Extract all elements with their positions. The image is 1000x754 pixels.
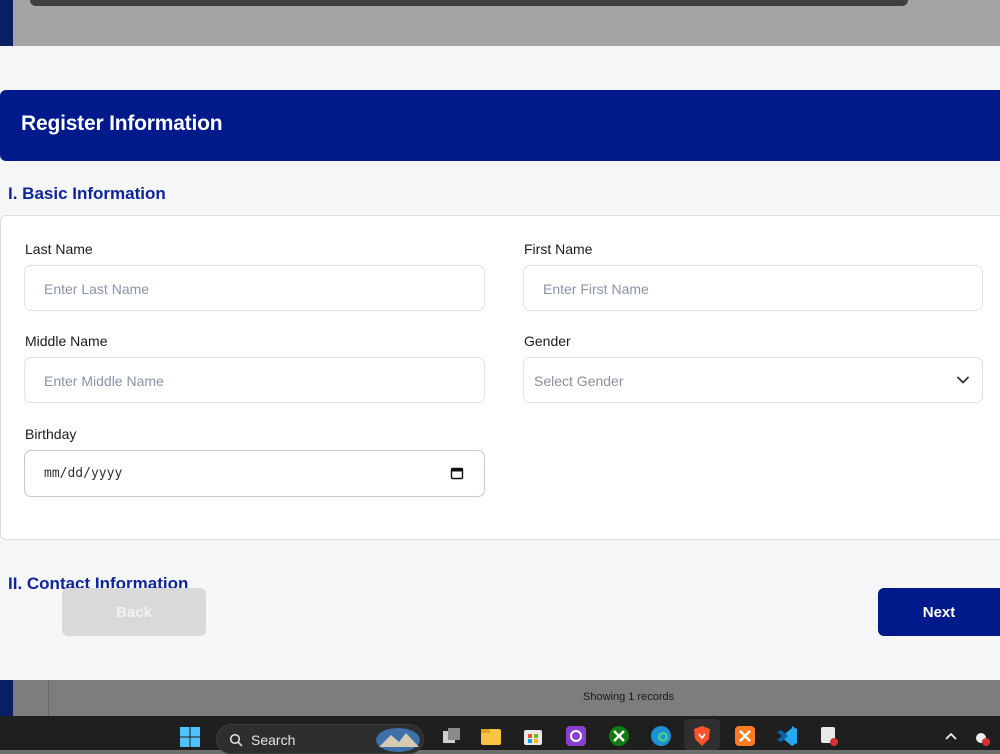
photo-app-icon[interactable] xyxy=(565,725,587,747)
top-shadow-bar xyxy=(30,0,908,6)
snipping-tool-icon[interactable] xyxy=(818,725,840,747)
brave-icon[interactable] xyxy=(691,725,713,747)
last-name-input[interactable]: Enter Last Name xyxy=(24,265,485,311)
calendar-icon[interactable] xyxy=(450,466,464,480)
file-explorer-icon[interactable] xyxy=(480,725,502,747)
basic-info-card: Last Name Enter Last Name First Name Ent… xyxy=(0,215,1000,540)
sidebar-edge-bottom xyxy=(0,680,13,716)
last-name-label: Last Name xyxy=(25,241,93,257)
windows-taskbar: Search xyxy=(0,716,1000,754)
sidebar-edge xyxy=(0,0,13,46)
first-name-label: First Name xyxy=(524,241,593,257)
taskbar-search-label: Search xyxy=(251,732,296,748)
birthday-input[interactable]: mm/dd/yyyy xyxy=(24,450,485,497)
network-icon[interactable] xyxy=(970,725,992,747)
task-view-icon[interactable] xyxy=(440,725,462,747)
windows-start-icon[interactable] xyxy=(179,726,201,748)
section-basic-title: I. Basic Information xyxy=(8,184,166,203)
chevron-up-icon[interactable] xyxy=(940,725,962,747)
edge-icon[interactable] xyxy=(650,725,672,747)
store-icon[interactable] xyxy=(522,725,544,747)
status-bar: Showing 1 records xyxy=(0,680,1000,716)
middle-name-placeholder: Enter Middle Name xyxy=(44,373,164,389)
status-divider xyxy=(48,680,49,716)
birthday-label: Birthday xyxy=(25,426,77,442)
first-name-input[interactable]: Enter First Name xyxy=(523,265,983,311)
back-button[interactable]: Back xyxy=(62,588,206,636)
xampp-icon[interactable] xyxy=(734,725,756,747)
xbox-icon[interactable] xyxy=(608,725,630,747)
records-count: Showing 1 records xyxy=(583,691,675,703)
vscode-icon[interactable] xyxy=(776,725,798,747)
browser-top-strip xyxy=(0,0,1000,46)
landscape-widget-icon[interactable] xyxy=(375,727,421,753)
last-name-placeholder: Enter Last Name xyxy=(44,281,150,297)
gender-label: Gender xyxy=(524,333,571,349)
middle-name-label: Middle Name xyxy=(25,333,108,349)
first-name-placeholder: Enter First Name xyxy=(543,281,649,297)
gender-placeholder: Select Gender xyxy=(534,373,624,389)
chevron-down-icon xyxy=(957,376,969,384)
gender-select[interactable]: Select Gender xyxy=(523,357,983,403)
middle-name-input[interactable]: Enter Middle Name xyxy=(24,357,485,403)
birthday-placeholder: mm/dd/yyyy xyxy=(44,466,123,481)
modal-header: Register Information xyxy=(0,90,1000,161)
search-icon xyxy=(229,733,243,747)
modal-title: Register Information xyxy=(21,112,223,135)
register-modal: Register Information I. Basic Informatio… xyxy=(0,46,1000,680)
next-button[interactable]: Next xyxy=(878,588,1000,636)
